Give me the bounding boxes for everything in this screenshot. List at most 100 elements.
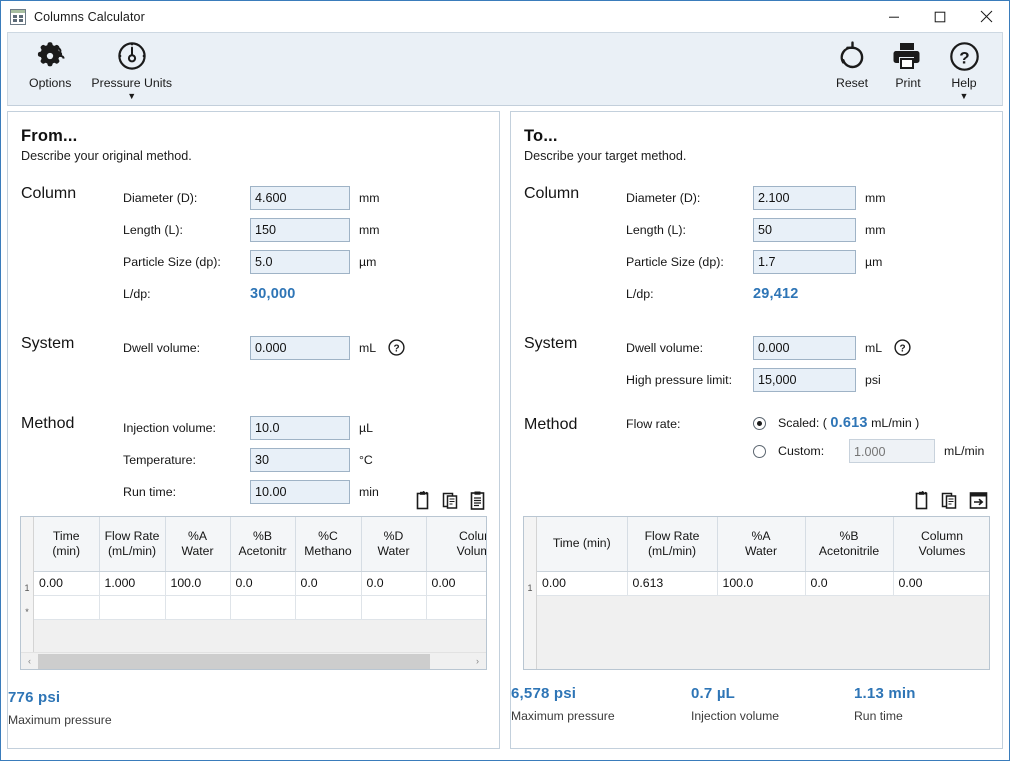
from-particle-input[interactable] (250, 250, 350, 274)
to-dwell-input[interactable] (753, 336, 856, 360)
cell-pct-c[interactable] (295, 595, 361, 619)
to-particle-input[interactable] (753, 250, 856, 274)
cell-flow-rate[interactable]: 1.000 (99, 571, 165, 595)
cell-pct-a[interactable]: 100.0 (717, 571, 805, 595)
clipboard-icon[interactable] (470, 491, 485, 510)
from-injection-input[interactable] (250, 416, 350, 440)
copy-icon[interactable] (941, 491, 958, 510)
hscroll-track[interactable] (38, 653, 469, 670)
reset-button[interactable]: Reset (824, 33, 880, 101)
cell-time[interactable]: 0.00 (34, 571, 99, 595)
minimize-button[interactable] (871, 1, 917, 32)
scaled-radio[interactable] (753, 417, 766, 430)
cell-pct-b[interactable]: 0.0 (805, 571, 893, 595)
help-button[interactable]: ? Help ▼ (936, 33, 992, 101)
from-temperature-input[interactable] (250, 448, 350, 472)
cell-flow-rate[interactable] (99, 595, 165, 619)
cell-pct-d[interactable] (361, 595, 426, 619)
to-length-unit: mm (865, 223, 886, 237)
custom-radio[interactable] (753, 445, 766, 458)
column-header-column-volumes[interactable]: Column Volumes (893, 517, 989, 571)
cell-pct-c[interactable]: 0.0 (295, 571, 361, 595)
question-circle-icon: ? (949, 39, 980, 73)
column-header-pct-b[interactable]: %B Acetonitr (230, 517, 295, 571)
cell-pct-a[interactable]: 100.0 (165, 571, 230, 595)
row-header[interactable]: 1 (524, 571, 536, 595)
scaled-flow-option[interactable]: Scaled: ( 0.613 mL/min ) (753, 415, 984, 431)
to-table: Time (min) Flow Rate (mL/min) %A Water (537, 517, 989, 596)
to-particle-row: Particle Size (dp): µm (626, 246, 989, 277)
column-header-pct-c[interactable]: %C Methano (295, 517, 361, 571)
chevron-down-icon[interactable]: ▼ (960, 92, 969, 101)
main-body: From... Describe your original method. C… (1, 106, 1009, 755)
column-header-time[interactable]: Time (min) (537, 517, 627, 571)
to-length-label: Length (L): (626, 223, 753, 237)
custom-flow-input[interactable] (849, 439, 935, 463)
custom-flow-option[interactable]: Custom: mL/min (753, 439, 984, 463)
question-circle-icon[interactable]: ? (894, 339, 911, 356)
row-header[interactable]: * (21, 595, 33, 619)
scaled-suffix: mL/min ) (871, 416, 919, 430)
row-header[interactable]: 1 (21, 571, 33, 595)
close-button[interactable] (963, 1, 1009, 32)
from-length-row: Length (L): mm (123, 214, 486, 245)
from-system-heading: System (21, 332, 123, 364)
to-hpl-input[interactable] (753, 368, 856, 392)
from-dwell-input[interactable] (250, 336, 350, 360)
to-length-input[interactable] (753, 218, 856, 242)
from-runtime-unit: min (359, 485, 379, 499)
cell-flow-rate[interactable]: 0.613 (627, 571, 717, 595)
scaled-prefix: Scaled: ( (778, 416, 827, 430)
cell-column-volumes[interactable]: 0.00 (426, 571, 486, 595)
from-diameter-input[interactable] (250, 186, 350, 210)
column-header-column-volumes[interactable]: Column Volumes (426, 517, 486, 571)
cell-column-volumes[interactable]: 0.00 (893, 571, 989, 595)
from-length-input[interactable] (250, 218, 350, 242)
column-header-flow-rate[interactable]: Flow Rate (mL/min) (99, 517, 165, 571)
print-button[interactable]: Print (880, 33, 936, 101)
paste-new-icon[interactable] (414, 491, 431, 510)
paste-new-icon[interactable] (913, 491, 930, 510)
cell-pct-d[interactable]: 0.0 (361, 571, 426, 595)
from-runtime-label: Run time: (123, 485, 250, 499)
scroll-left-arrow-icon[interactable]: ‹ (21, 653, 38, 670)
from-diameter-label: Diameter (D): (123, 191, 250, 205)
cell-time[interactable]: 0.00 (537, 571, 627, 595)
to-diameter-input[interactable] (753, 186, 856, 210)
cell-pct-a[interactable] (165, 595, 230, 619)
copy-icon[interactable] (442, 491, 459, 510)
export-window-icon[interactable] (969, 491, 988, 510)
cell-column-volumes[interactable] (426, 595, 486, 619)
from-diameter-unit: mm (359, 191, 380, 205)
from-injection-label: Injection volume: (123, 421, 250, 435)
table-row[interactable]: 0.00 1.000 100.0 0.0 0.0 0.0 0.00 (34, 571, 486, 595)
cell-pct-b[interactable]: 0.0 (230, 571, 295, 595)
grid-app-icon (10, 9, 26, 25)
column-header-pct-a[interactable]: %A Water (717, 517, 805, 571)
cell-pct-b[interactable] (230, 595, 295, 619)
hscroll-thumb[interactable] (38, 654, 430, 669)
chevron-down-icon[interactable]: ▼ (127, 92, 136, 101)
scroll-right-arrow-icon[interactable]: › (469, 653, 486, 670)
from-runtime-input[interactable] (250, 480, 350, 504)
column-header-pct-b[interactable]: %B Acetonitrile (805, 517, 893, 571)
question-circle-icon[interactable]: ? (388, 339, 405, 356)
column-header-pct-a[interactable]: %A Water (165, 517, 230, 571)
to-length-row: Length (L): mm (626, 214, 989, 245)
cell-time[interactable] (34, 595, 99, 619)
table-row[interactable] (34, 595, 486, 619)
column-header-time[interactable]: Time (min) (34, 517, 99, 571)
options-button[interactable]: Options (19, 33, 81, 101)
column-header-pct-d[interactable]: %D Water (361, 517, 426, 571)
pressure-units-button[interactable]: Pressure Units ▼ (81, 33, 182, 101)
from-system-section: System Dwell volume: mL ? (21, 332, 486, 364)
to-max-pressure-value: 6,578 psi (511, 684, 691, 704)
column-header-flow-rate[interactable]: Flow Rate (mL/min) (627, 517, 717, 571)
from-gradient-table[interactable]: 1 * Time (20, 516, 487, 670)
reset-label: Reset (836, 76, 868, 90)
from-max-pressure-value: 776 psi (8, 688, 112, 708)
table-row[interactable]: 0.00 0.613 100.0 0.0 0.00 (537, 571, 989, 595)
to-gradient-table[interactable]: 1 Time (min) (523, 516, 990, 670)
maximize-button[interactable] (917, 1, 963, 32)
from-table-hscrollbar[interactable]: ‹ › (21, 652, 486, 669)
